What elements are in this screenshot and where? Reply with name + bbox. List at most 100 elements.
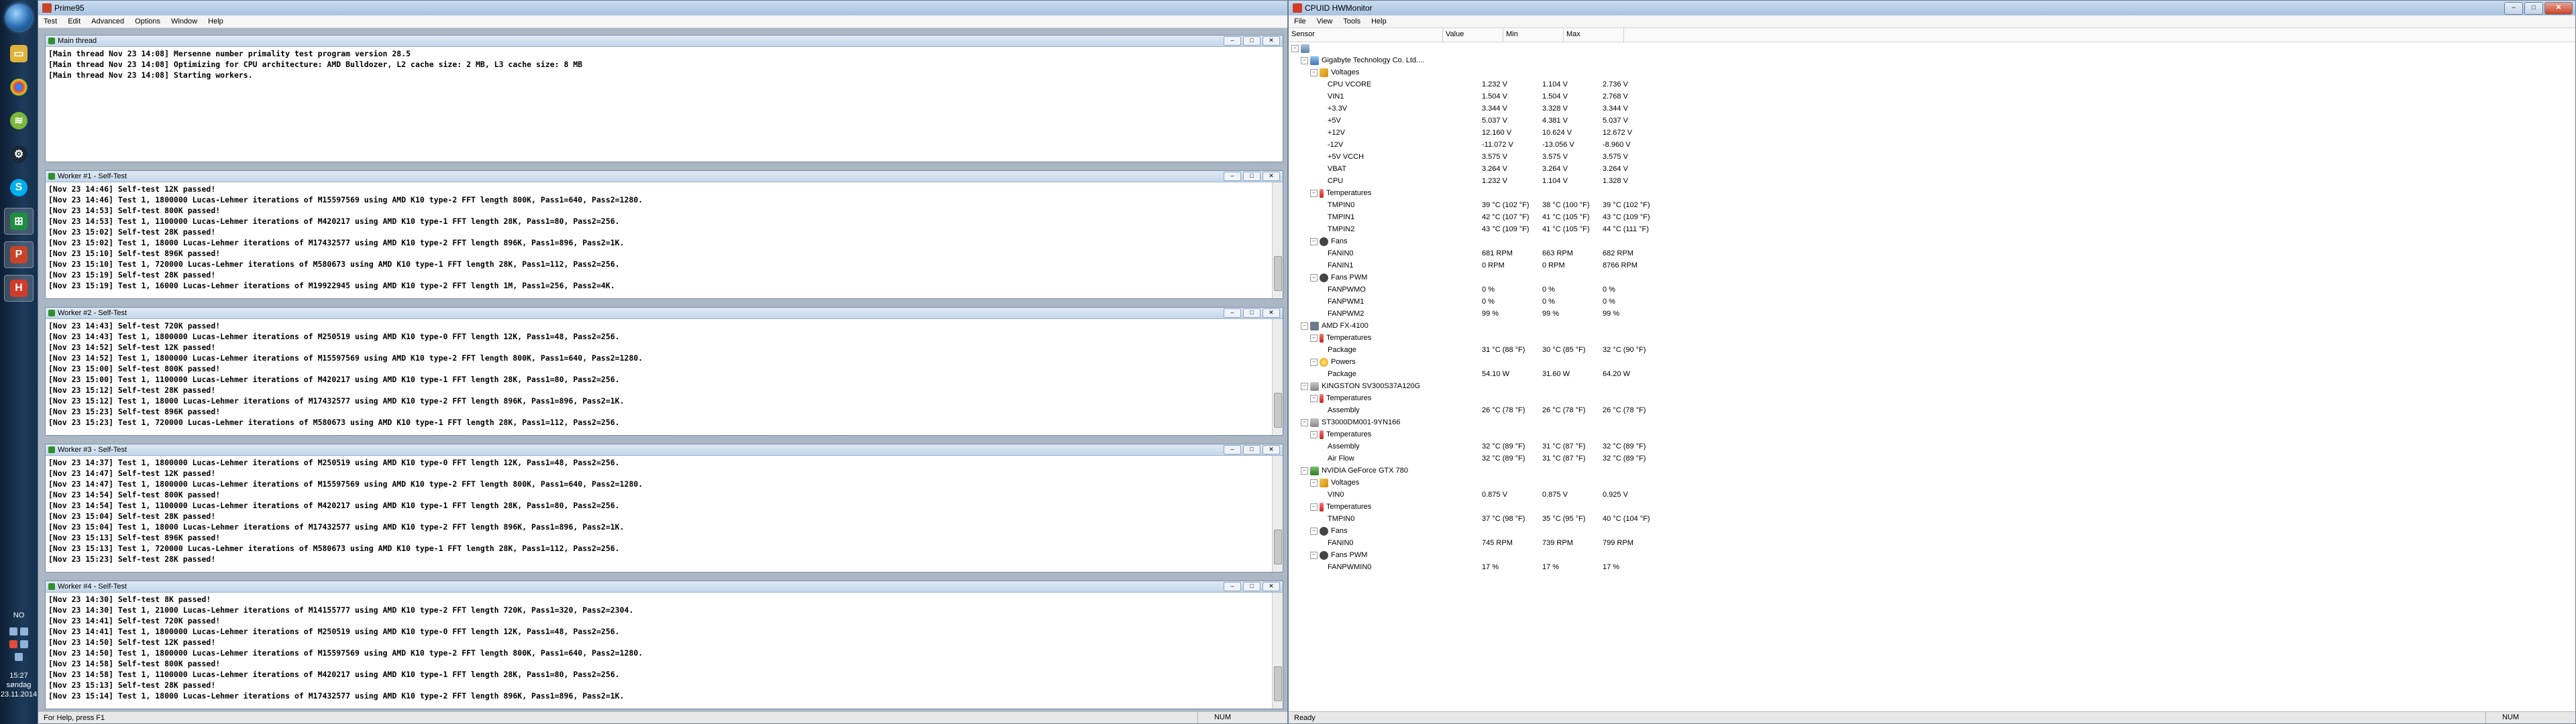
sensor-group-row[interactable]: − Powers bbox=[1289, 356, 2575, 368]
taskbar-network-button[interactable]: ⊞ bbox=[4, 208, 34, 235]
expand-toggle-icon[interactable]: − bbox=[1301, 467, 1308, 475]
maximize-button[interactable]: □ bbox=[1243, 308, 1260, 318]
expand-toggle-icon[interactable]: − bbox=[1310, 358, 1318, 366]
sensor-group-row[interactable]: − Temperatures bbox=[1289, 428, 2575, 440]
column-max[interactable]: Max bbox=[1564, 28, 1624, 42]
sensor-group-row[interactable]: − Temperatures bbox=[1289, 392, 2575, 404]
scrollbar-thumb[interactable] bbox=[1274, 393, 1282, 428]
column-sensor[interactable]: Sensor bbox=[1289, 28, 1443, 42]
sensor-row[interactable]: Air Flow 32 °C (89 °F) 31 °C (87 °F) 32 °C … bbox=[1289, 452, 2575, 465]
menu-tools[interactable]: Tools bbox=[1338, 17, 1366, 25]
menu-file[interactable]: File bbox=[1289, 17, 1311, 25]
sensor-row[interactable]: +12V 12.160 V 10.624 V 12.672 V bbox=[1289, 127, 2575, 139]
expand-toggle-icon[interactable]: − bbox=[1310, 551, 1318, 559]
expand-toggle-icon[interactable]: − bbox=[1301, 56, 1308, 64]
minimize-button[interactable]: – bbox=[1224, 582, 1241, 591]
sensor-group-row[interactable]: − bbox=[1289, 42, 2575, 54]
menu-options[interactable]: Options bbox=[129, 17, 166, 25]
close-button[interactable]: ✕ bbox=[1263, 582, 1280, 591]
expand-toggle-icon[interactable]: − bbox=[1291, 44, 1299, 52]
worker-4-scrollbar[interactable] bbox=[1272, 593, 1283, 709]
expand-toggle-icon[interactable]: − bbox=[1310, 430, 1318, 438]
sensor-row[interactable]: VIN0 0.875 V 0.875 V 0.925 V bbox=[1289, 489, 2575, 501]
sensor-group-row[interactable]: − Gigabyte Technology Co. Ltd.... bbox=[1289, 54, 2575, 66]
menu-advanced[interactable]: Advanced bbox=[86, 17, 129, 25]
expand-toggle-icon[interactable]: − bbox=[1310, 68, 1318, 76]
expand-toggle-icon[interactable]: − bbox=[1310, 274, 1318, 282]
column-min[interactable]: Min bbox=[1503, 28, 1564, 42]
menu-window[interactable]: Window bbox=[166, 17, 203, 25]
worker-3-titlebar[interactable]: Worker #3 - Self-Test – □ ✕ bbox=[46, 444, 1283, 456]
sensor-row[interactable]: -12V -11.072 V -13.056 V -8.960 V bbox=[1289, 139, 2575, 151]
close-button[interactable]: ✕ bbox=[1263, 445, 1280, 455]
expand-toggle-icon[interactable]: − bbox=[1310, 527, 1318, 535]
arrow-up-icon[interactable] bbox=[20, 627, 28, 636]
sensor-row[interactable]: CPU 1.232 V 1.104 V 1.328 V bbox=[1289, 175, 2575, 187]
scrollbar-thumb[interactable] bbox=[1274, 530, 1282, 564]
volume-icon[interactable] bbox=[15, 653, 23, 661]
sensor-row[interactable]: FANPWM1 0 % 0 % 0 % bbox=[1289, 296, 2575, 308]
sensor-row[interactable]: FANPWMIN0 17 % 17 % 17 % bbox=[1289, 561, 2575, 573]
sensor-group-row[interactable]: − ST3000DM001-9YN166 bbox=[1289, 416, 2575, 428]
sensor-group-row[interactable]: − Temperatures bbox=[1289, 332, 2575, 344]
worker-1-scrollbar[interactable] bbox=[1272, 182, 1283, 298]
prime95-titlebar[interactable]: Prime95 bbox=[38, 1, 1287, 15]
maximize-button[interactable]: □ bbox=[2524, 2, 2543, 15]
menu-help[interactable]: Help bbox=[1366, 17, 1392, 25]
scrollbar-thumb[interactable] bbox=[1274, 256, 1282, 291]
sensor-row[interactable]: +5V 5.037 V 4.381 V 5.037 V bbox=[1289, 115, 2575, 127]
sensor-group-row[interactable]: − Voltages bbox=[1289, 477, 2575, 489]
worker-3-scrollbar[interactable] bbox=[1272, 456, 1283, 572]
sensor-row[interactable]: VBAT 3.264 V 3.264 V 3.264 V bbox=[1289, 163, 2575, 175]
close-button[interactable]: ✕ bbox=[1263, 36, 1280, 46]
maximize-button[interactable]: □ bbox=[1243, 582, 1260, 591]
sensor-group-row[interactable]: − Fans bbox=[1289, 235, 2575, 247]
sensor-row[interactable]: Package 31 °C (88 °F) 30 °C (85 °F) 32 °C (… bbox=[1289, 344, 2575, 356]
sensor-row[interactable]: FANPWMO 0 % 0 % 0 % bbox=[1289, 284, 2575, 296]
taskbar-prime95-button[interactable]: P bbox=[4, 241, 34, 268]
column-value[interactable]: Value bbox=[1443, 28, 1503, 42]
sensor-row[interactable]: FANIN1 0 RPM 0 RPM 8766 RPM bbox=[1289, 259, 2575, 272]
minimize-button[interactable]: – bbox=[1224, 445, 1241, 455]
worker-2-scrollbar[interactable] bbox=[1272, 319, 1283, 435]
maximize-button[interactable]: □ bbox=[1243, 36, 1260, 46]
taskbar-spotify-button[interactable]: ≋ bbox=[4, 107, 34, 134]
sensor-group-row[interactable]: − Fans PWM bbox=[1289, 549, 2575, 561]
taskbar-steam-button[interactable]: ⚙ bbox=[4, 141, 34, 168]
minimize-button[interactable]: – bbox=[1224, 172, 1241, 181]
maximize-button[interactable]: □ bbox=[1243, 445, 1260, 455]
expand-toggle-icon[interactable]: − bbox=[1301, 382, 1308, 390]
network-tray-icon[interactable] bbox=[9, 627, 17, 636]
sensor-row[interactable]: FANIN0 745 RPM 739 RPM 799 RPM bbox=[1289, 537, 2575, 549]
expand-toggle-icon[interactable]: − bbox=[1301, 418, 1308, 426]
sensor-group-row[interactable]: − Fans PWM bbox=[1289, 272, 2575, 284]
menu-view[interactable]: View bbox=[1311, 17, 1338, 25]
worker-2-titlebar[interactable]: Worker #2 - Self-Test – □ ✕ bbox=[46, 308, 1283, 319]
menu-edit[interactable]: Edit bbox=[62, 17, 86, 25]
sensor-row[interactable]: +5V VCCH 3.575 V 3.575 V 3.575 V bbox=[1289, 151, 2575, 163]
sensor-row[interactable]: Package 54.10 W 31.60 W 64.20 W bbox=[1289, 368, 2575, 380]
sensor-group-row[interactable]: − NVIDIA GeForce GTX 780 bbox=[1289, 465, 2575, 477]
worker-4-titlebar[interactable]: Worker #4 - Self-Test – □ ✕ bbox=[46, 581, 1283, 593]
taskbar-hwmonitor-button[interactable]: H bbox=[4, 275, 34, 302]
sensor-group-row[interactable]: − Temperatures bbox=[1289, 187, 2575, 199]
sensor-row[interactable]: TMPIN1 42 °C (107 °F) 41 °C (105 °F) 43 °C … bbox=[1289, 211, 2575, 223]
sensor-row[interactable]: VIN1 1.504 V 1.504 V 2.768 V bbox=[1289, 90, 2575, 103]
close-button[interactable]: ✕ bbox=[1263, 172, 1280, 181]
taskbar-chrome-button[interactable] bbox=[4, 74, 34, 101]
sensor-group-row[interactable]: − Fans bbox=[1289, 525, 2575, 537]
sensor-row[interactable]: Assembly 26 °C (78 °F) 26 °C (78 °F) 26 °C … bbox=[1289, 404, 2575, 416]
minimize-button[interactable]: – bbox=[2504, 2, 2523, 15]
sensor-group-row[interactable]: − AMD FX-4100 bbox=[1289, 320, 2575, 332]
expand-toggle-icon[interactable]: − bbox=[1310, 189, 1318, 197]
minimize-button[interactable]: – bbox=[1224, 308, 1241, 318]
expand-toggle-icon[interactable]: − bbox=[1310, 394, 1318, 402]
close-button[interactable]: ✕ bbox=[2544, 2, 2573, 15]
expand-toggle-icon[interactable]: − bbox=[1310, 334, 1318, 342]
sensor-row[interactable]: TMPIN0 37 °C (98 °F) 35 °C (95 °F) 40 °C (1… bbox=[1289, 513, 2575, 525]
sensor-group-row[interactable]: − Voltages bbox=[1289, 66, 2575, 78]
hwmonitor-app-icon[interactable] bbox=[1293, 3, 1302, 13]
main-thread-titlebar[interactable]: Main thread – □ ✕ bbox=[46, 36, 1283, 47]
flag-icon[interactable] bbox=[9, 640, 17, 648]
sensor-group-row[interactable]: − KINGSTON SV300S37A120G bbox=[1289, 380, 2575, 392]
